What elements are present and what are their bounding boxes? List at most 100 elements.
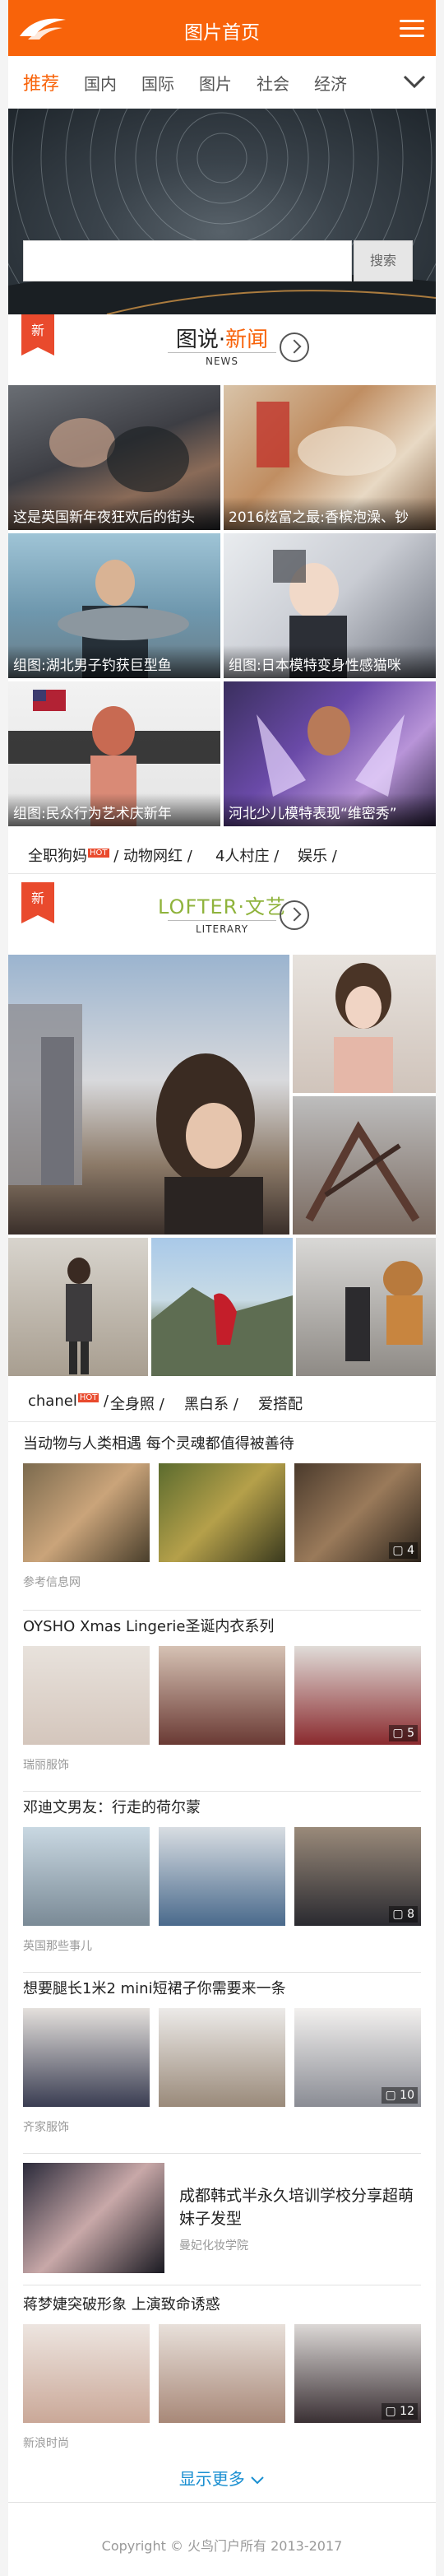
literary-section-title[interactable]: LOFTER·文艺 xyxy=(8,890,436,919)
tag-link[interactable]: 全身照 / xyxy=(110,1393,164,1414)
article-item[interactable]: 蒋梦婕突破形象 上演致命诱惑 ▢ 12 新浪时尚 xyxy=(23,2295,421,2459)
photo-count-badge: ▢ 12 xyxy=(382,2403,418,2420)
photo-count: 4 xyxy=(407,1544,414,1557)
tag-label: 娱乐 xyxy=(298,848,327,865)
tag-label: 全职狗妈 xyxy=(28,848,87,865)
photo-count: 12 xyxy=(400,2405,414,2418)
article-item[interactable]: 当动物与人类相遇 每个灵魂都值得被善待 ▢ 4 参考信息网 xyxy=(23,1434,421,1598)
article-title[interactable]: 想要腿长1米2 mini短裙子你需要来一条 xyxy=(23,1978,421,2000)
tag-label: 4人村庄 xyxy=(215,848,270,865)
news-photo-tile[interactable]: 组图:湖北男子钓获巨型鱼 xyxy=(8,533,220,678)
literary-photo-tile[interactable] xyxy=(293,1096,436,1235)
photo-count: 10 xyxy=(400,2089,414,2102)
thumbnail[interactable]: ▢ 12 xyxy=(294,2324,421,2423)
news-title-part2: 新闻 xyxy=(225,328,269,352)
divider xyxy=(8,2502,436,2503)
photo-caption: 组图:湖北男子钓获巨型鱼 xyxy=(8,645,220,678)
circle-arrow-right-icon[interactable] xyxy=(280,900,309,930)
photo-count: 8 xyxy=(407,1908,414,1921)
photo-count-badge: ▢ 4 xyxy=(389,1542,418,1559)
hot-badge: HOT xyxy=(77,1393,99,1402)
tag-link[interactable]: 全职狗妈 HOT / xyxy=(28,844,118,866)
thumbnail[interactable] xyxy=(159,2324,285,2423)
photo-count-badge: ▢ 10 xyxy=(382,2087,418,2104)
tag-link[interactable]: 黑白系 / xyxy=(184,1393,238,1414)
photo xyxy=(66,1258,92,1374)
tag-link[interactable]: 动物网红 / xyxy=(123,844,192,866)
thumbnail[interactable] xyxy=(159,1827,285,1926)
nav-item-international[interactable]: 国际 xyxy=(141,71,174,95)
tag-label: 动物网红 xyxy=(123,848,183,865)
chevron-down-icon[interactable] xyxy=(401,71,428,92)
literary-section-subtitle: LITERARY xyxy=(195,923,249,935)
news-photo-tile[interactable]: 这是英国新年夜狂欢后的街头 xyxy=(8,385,220,530)
article-title[interactable]: 成都韩式半永久培训学校分享超萌妹子发型 xyxy=(179,2184,418,2230)
thumbnail[interactable] xyxy=(23,2324,150,2423)
news-photo-tile[interactable]: 组图:日本模特变身性感猫咪 xyxy=(224,533,436,678)
thumbnail[interactable] xyxy=(23,1463,150,1562)
thumbnail[interactable] xyxy=(159,1463,285,1562)
literary-section-header: 新 LOFTER·文艺 LITERARY xyxy=(8,882,436,948)
tag-link[interactable]: 爱搭配 xyxy=(258,1393,303,1414)
search-button[interactable]: 搜索 xyxy=(354,240,413,281)
divider xyxy=(23,2153,421,2154)
circle-arrow-right-icon[interactable] xyxy=(280,332,309,362)
nav-item-domestic[interactable]: 国内 xyxy=(84,71,117,95)
thumbnail[interactable]: ▢ 8 xyxy=(294,1827,421,1926)
literary-photo-tile[interactable] xyxy=(8,955,289,1235)
article-title[interactable]: 当动物与人类相遇 每个灵魂都值得被善待 xyxy=(23,1434,421,1455)
photo-count: 5 xyxy=(407,1727,414,1740)
thumbnail[interactable] xyxy=(159,2008,285,2107)
thumbnail[interactable]: ▢ 10 xyxy=(294,2008,421,2107)
feature-article[interactable]: 成都韩式半永久培训学校分享超萌妹子发型 曼妃化妆学院 xyxy=(23,2163,421,2278)
news-section-title[interactable]: 图说·新闻 xyxy=(8,323,436,353)
thumbnail[interactable] xyxy=(23,2163,164,2273)
article-item[interactable]: 想要腿长1米2 mini短裙子你需要来一条 ▢ 10 齐家服饰 xyxy=(23,1978,421,2143)
literary-photo-tile[interactable] xyxy=(293,955,436,1093)
literary-photo-tile[interactable] xyxy=(296,1238,436,1376)
divider xyxy=(23,1972,421,1973)
article-source: 英国那些事儿 xyxy=(23,1940,92,1953)
thumbnail[interactable] xyxy=(159,1646,285,1745)
divider xyxy=(23,1610,421,1611)
literary-photo-tile[interactable] xyxy=(151,1238,293,1376)
tag-link[interactable]: 娱乐 / xyxy=(298,844,337,866)
thumbnail[interactable] xyxy=(23,1646,150,1745)
article-source: 曼妃化妆学院 xyxy=(179,2239,248,2253)
page: 图片首页 推荐 国内 国际 图片 社会 经济 搜索 新 图说·新闻 NEWS 这… xyxy=(0,0,444,2576)
photo-count-badge: ▢ 5 xyxy=(389,1725,418,1741)
article-thumbnails: ▢ 12 xyxy=(23,2324,421,2423)
tag-link[interactable]: chanel HOT / xyxy=(28,1393,109,1410)
tag-label: 黑白系 xyxy=(184,1396,229,1413)
top-bar: 图片首页 xyxy=(8,0,436,56)
photo xyxy=(345,1261,423,1361)
article-title[interactable]: OYSHO Xmas Lingerie圣诞内衣系列 xyxy=(23,1616,421,1638)
news-photo-tile[interactable]: 2016炫富之最:香槟泡澡、钞 xyxy=(224,385,436,530)
thumbnail[interactable]: ▢ 4 xyxy=(294,1463,421,1562)
star-trail-image xyxy=(8,109,436,314)
search-input[interactable] xyxy=(23,240,352,281)
hamburger-icon[interactable] xyxy=(400,20,424,38)
news-photo-tile[interactable]: 河北少儿模特表现“维密秀” xyxy=(224,681,436,826)
nav-item-economy[interactable]: 经济 xyxy=(314,71,347,95)
tag-label: chanel xyxy=(28,1393,77,1410)
nav-item-pictures[interactable]: 图片 xyxy=(199,71,232,95)
nav-item-recommend[interactable]: 推荐 xyxy=(23,69,59,95)
article-title[interactable]: 蒋梦婕突破形象 上演致命诱惑 xyxy=(23,2295,421,2316)
tag-link[interactable]: 4人村庄 / xyxy=(215,844,279,866)
category-nav: 推荐 国内 国际 图片 社会 经济 xyxy=(8,56,436,109)
article-item[interactable]: 邓迪文男友：行走的荷尔蒙 ▢ 8 英国那些事儿 xyxy=(23,1797,421,1962)
article-item[interactable]: OYSHO Xmas Lingerie圣诞内衣系列 ▢ 5 瑞丽服饰 xyxy=(23,1616,421,1781)
show-more-button[interactable]: 显示更多 xyxy=(8,2466,436,2490)
photo-caption: 这是英国新年夜狂欢后的街头 xyxy=(8,497,220,530)
news-photo-tile[interactable]: 组图:民众行为艺术庆新年 xyxy=(8,681,220,826)
nav-item-society[interactable]: 社会 xyxy=(257,71,289,95)
thumbnail[interactable] xyxy=(23,2008,150,2107)
literary-photo-tile[interactable] xyxy=(8,1238,148,1376)
article-source: 齐家服饰 xyxy=(23,2121,69,2134)
thumbnail[interactable]: ▢ 5 xyxy=(294,1646,421,1745)
thumbnail[interactable] xyxy=(23,1827,150,1926)
tag-label: 爱搭配 xyxy=(258,1396,303,1413)
news-section-subtitle: NEWS xyxy=(205,356,239,367)
article-title[interactable]: 邓迪文男友：行走的荷尔蒙 xyxy=(23,1797,421,1819)
